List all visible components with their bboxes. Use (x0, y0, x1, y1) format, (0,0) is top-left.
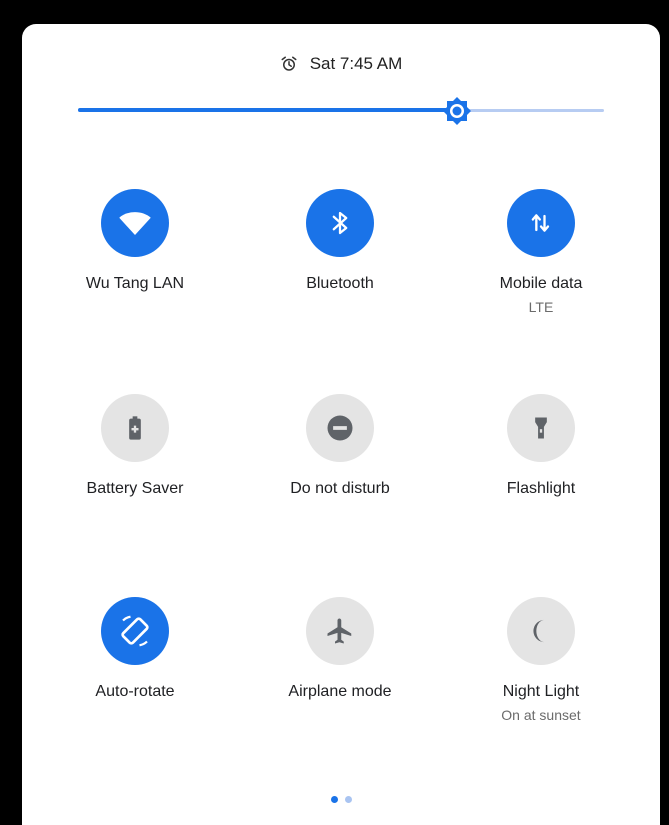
page-dot-1[interactable] (330, 796, 338, 803)
tile-flashlight-button[interactable] (507, 394, 575, 462)
brightness-slider[interactable] (78, 96, 604, 126)
tile-bluetooth[interactable]: Bluetooth (240, 189, 440, 293)
airplane-icon (327, 618, 352, 644)
auto-rotate-icon (121, 615, 149, 647)
status-row: Sat 7:45 AM (22, 54, 660, 74)
tile-mobile-data-button[interactable] (507, 189, 575, 257)
tile-mobile-data-sublabel: LTE (528, 299, 554, 315)
tile-airplane-mode-label: Airplane mode (288, 683, 392, 700)
tile-do-not-disturb[interactable]: Do not disturb (240, 394, 440, 498)
tile-battery-saver-label: Battery Saver (86, 480, 184, 497)
tile-battery-saver-button[interactable] (101, 394, 169, 462)
tile-auto-rotate-button[interactable] (101, 597, 169, 665)
battery-saver-icon (129, 416, 141, 440)
tile-airplane-mode-button[interactable] (306, 597, 374, 665)
do-not-disturb-icon (327, 415, 353, 441)
page-indicator (22, 796, 660, 803)
status-time: Sat 7:45 AM (309, 54, 403, 73)
tile-bluetooth-button[interactable] (306, 189, 374, 257)
night-light-moon-icon (533, 619, 545, 643)
tile-airplane-mode[interactable]: Airplane mode (240, 597, 440, 701)
tile-do-not-disturb-label: Do not disturb (290, 480, 390, 497)
tile-do-not-disturb-button[interactable] (306, 394, 374, 462)
mobile-data-icon (531, 214, 550, 232)
tile-mobile-data[interactable]: Mobile data LTE (441, 189, 641, 315)
tile-wifi-button[interactable] (101, 189, 169, 257)
brightness-sun-icon[interactable] (442, 96, 472, 126)
tile-mobile-data-label: Mobile data (499, 275, 583, 292)
brightness-fill (78, 108, 457, 112)
tile-night-light-label: Night Light (502, 683, 580, 700)
wifi-icon (119, 212, 151, 235)
tile-battery-saver[interactable]: Battery Saver (35, 394, 235, 498)
tile-flashlight[interactable]: Flashlight (441, 394, 641, 498)
flashlight-icon (535, 417, 547, 439)
tile-wifi-label: Wu Tang LAN (85, 275, 185, 292)
alarm-clock-icon (281, 56, 297, 71)
bluetooth-icon (332, 211, 348, 235)
quick-settings-panel: Sat 7:45 AM Wu Tang LAN Bluetooth Mobile… (22, 24, 660, 825)
tile-auto-rotate[interactable]: Auto-rotate (35, 597, 235, 701)
tile-bluetooth-label: Bluetooth (306, 275, 374, 292)
tile-night-light-sublabel: On at sunset (501, 707, 581, 723)
tile-night-light[interactable]: Night Light On at sunset (441, 597, 641, 723)
tile-auto-rotate-label: Auto-rotate (95, 683, 175, 700)
tile-night-light-button[interactable] (507, 597, 575, 665)
tile-wifi[interactable]: Wu Tang LAN (35, 189, 235, 293)
tile-flashlight-label: Flashlight (506, 480, 576, 497)
page-dot-2[interactable] (344, 796, 352, 803)
